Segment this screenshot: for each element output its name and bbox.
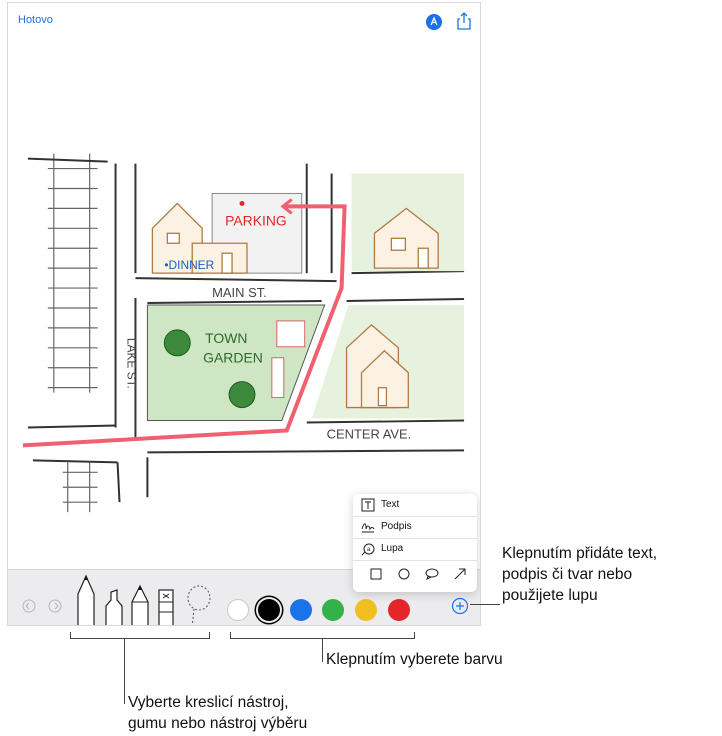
redo-icon[interactable] <box>48 599 62 613</box>
arrow-icon[interactable] <box>453 567 467 581</box>
bracket-colors-right <box>414 632 415 638</box>
callout-tools-text: Vyberte kreslicí nástroj, gumu nebo nást… <box>128 692 307 734</box>
callout-line-add <box>470 604 500 605</box>
railroad-tracks <box>47 153 98 513</box>
color-swatch[interactable] <box>388 599 410 621</box>
menu-item-label: Podpis <box>381 521 412 532</box>
callout-line-color <box>322 638 323 662</box>
circle-icon[interactable] <box>397 567 411 581</box>
garden-label: GARDEN <box>203 350 263 366</box>
color-swatch[interactable] <box>290 599 312 621</box>
callout-color-text: Klepnutím vyberete barvu <box>326 651 503 668</box>
done-button[interactable]: Hotovo <box>18 14 53 26</box>
bracket-tools-bottom <box>70 638 210 639</box>
magnifier-icon: a <box>361 543 375 556</box>
add-plus-icon[interactable] <box>451 597 469 615</box>
town-label: TOWN <box>205 330 247 346</box>
callout-line: Vyberte kreslicí nástroj, <box>128 694 289 711</box>
menu-item-magnifier[interactable]: a Lupa <box>353 538 477 561</box>
menu-item-signature[interactable]: Podpis <box>353 516 477 539</box>
color-swatch[interactable] <box>227 599 249 621</box>
square-icon[interactable] <box>369 567 383 581</box>
bracket-tools-right <box>209 632 210 638</box>
color-swatch[interactable] <box>355 599 377 621</box>
speech-bubble-icon[interactable] <box>425 567 439 581</box>
callout-add-text: Klepnutím přidáte text, podpis či tvar n… <box>502 543 657 606</box>
menu-item-label: Lupa <box>381 543 404 554</box>
eraser-icon[interactable] <box>156 588 176 626</box>
svg-text:a: a <box>367 547 371 553</box>
lasso-icon[interactable] <box>186 584 212 626</box>
pen-icon[interactable] <box>74 572 98 626</box>
main-st-label: MAIN ST. <box>212 285 267 300</box>
menu-item-text[interactable]: Text <box>353 494 477 517</box>
callout-line: Klepnutím přidáte text, <box>502 545 658 562</box>
add-menu-popover: Text Podpis a Lupa <box>353 494 477 592</box>
dinner-label: •DINNER <box>164 258 214 272</box>
callout-line: podpis či tvar nebo <box>502 566 633 583</box>
marker-icon[interactable] <box>103 588 125 626</box>
callout-line: použijete lupu <box>502 587 598 604</box>
text-box-icon <box>361 498 375 512</box>
map-drawing[interactable]: PARKING •DINNER TOWN GARDEN MAIN ST. LAK… <box>8 43 480 567</box>
markup-window: Hotovo PARKING •DINNER TOWN GARDEN MAIN … <box>7 2 481 626</box>
callout-line: gumu nebo nástroj výběru <box>128 715 308 732</box>
share-icon[interactable] <box>454 11 474 31</box>
undo-icon[interactable] <box>22 599 36 613</box>
center-ave-label: CENTER AVE. <box>327 426 412 441</box>
lake-st-label: LAKE ST. <box>124 338 138 389</box>
parking-label: PARKING <box>225 212 287 228</box>
color-swatch[interactable] <box>258 599 280 621</box>
signature-icon <box>361 523 375 533</box>
markup-pen-icon[interactable] <box>426 14 442 30</box>
top-bar: Hotovo <box>8 3 480 43</box>
menu-item-label: Text <box>381 499 400 510</box>
callout-line-tools <box>124 638 125 704</box>
pencil-icon[interactable] <box>129 584 151 626</box>
color-swatch[interactable] <box>322 599 344 621</box>
